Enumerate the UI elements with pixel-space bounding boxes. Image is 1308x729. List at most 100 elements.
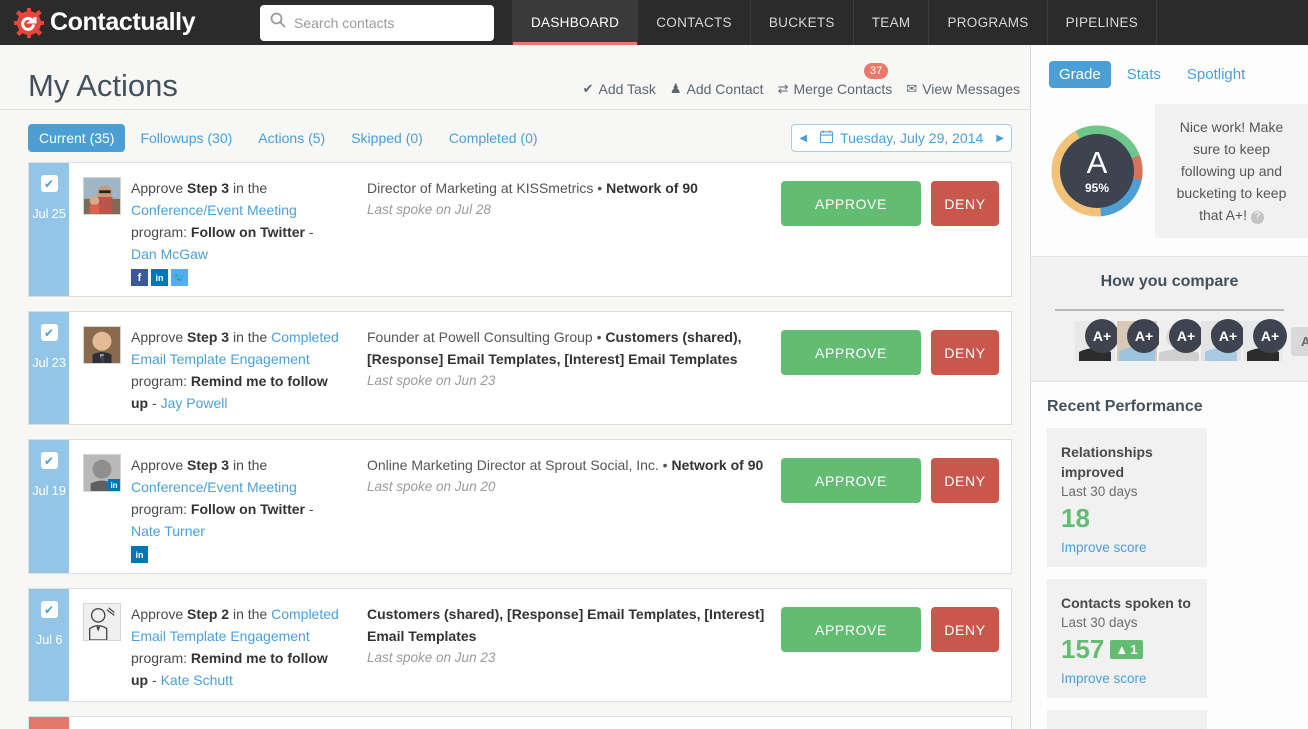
card-checkbox[interactable]: ✔ <box>41 175 58 192</box>
contact-link[interactable]: Kate Schutt <box>161 672 233 688</box>
desc-action-name: Follow on Twitter <box>191 224 305 240</box>
facebook-icon[interactable]: f <box>131 269 148 286</box>
contact-link[interactable]: Dan McGaw <box>131 246 208 262</box>
add-contact-button[interactable]: ♟ Add Contact <box>670 81 764 97</box>
peer-avatar[interactable]: A+ <box>1243 321 1283 361</box>
twitter-icon[interactable]: 🐦 <box>171 269 188 286</box>
card-buttons: APPROVE DENY <box>781 454 999 563</box>
program-link[interactable]: Conference/Event Meeting <box>131 479 297 495</box>
date-prev-button[interactable]: ◀ <box>792 133 814 144</box>
peer-avatar[interactable]: A+ <box>1201 321 1241 361</box>
question-mark-icon[interactable]: ? <box>1251 211 1264 224</box>
deny-button[interactable]: DENY <box>931 181 999 226</box>
card-meta-line: Customers (shared), [Response] Email Tem… <box>367 603 771 647</box>
avatar[interactable] <box>83 177 121 215</box>
grade-panel: A 95% Nice work! Make sure to keep follo… <box>1031 98 1308 256</box>
tab-skipped[interactable]: Skipped (0) <box>340 124 434 152</box>
performance-value-row: 18 <box>1061 503 1193 534</box>
view-messages-button[interactable]: ✉ View Messages <box>906 81 1020 97</box>
merge-contacts-button[interactable]: ⇄ Merge Contacts 37 <box>778 81 893 97</box>
peer-grade-badge: A+ <box>1253 319 1287 353</box>
desc-dash: - <box>305 224 314 240</box>
avatar[interactable] <box>83 326 121 364</box>
nav-item-dashboard[interactable]: DASHBOARD <box>512 0 637 45</box>
approve-button[interactable]: APPROVE <box>781 458 921 503</box>
desc-dash: - <box>148 672 160 688</box>
card-meta-line: Online Marketing Director at Sprout Soci… <box>367 454 771 476</box>
contact-link[interactable]: Nate Turner <box>131 523 205 539</box>
card-date-label: Jul 23 <box>32 355 66 370</box>
card-body: Approve Step 2 in the Completed Email Te… <box>69 589 1011 701</box>
card-date-strip: ✔ Jul 23 <box>29 312 69 424</box>
add-task-button[interactable]: ✔ Add Task <box>583 81 656 97</box>
performance-value: 157 <box>1061 634 1104 665</box>
tab-actions[interactable]: Actions (5) <box>247 124 336 152</box>
search-input[interactable] <box>294 15 484 31</box>
improve-score-link[interactable]: Improve score <box>1061 671 1193 686</box>
card-checkbox[interactable]: ✔ <box>41 601 58 618</box>
approve-button[interactable]: APPROVE <box>781 181 921 226</box>
nav-item-buckets[interactable]: BUCKETS <box>750 0 853 45</box>
action-card[interactable] <box>28 716 1012 729</box>
nav-item-team[interactable]: TEAM <box>853 0 929 45</box>
tab-current[interactable]: Current (35) <box>28 124 125 152</box>
deny-button[interactable]: DENY <box>931 607 999 652</box>
card-body: Approve Step 3 in the Conference/Event M… <box>69 163 1011 296</box>
check-circle-icon: ✔ <box>583 81 594 97</box>
action-card[interactable]: ✔ Jul 19 in Approve Step 3 in the Confer… <box>28 439 1012 574</box>
peer-avatar[interactable]: A+ <box>1159 321 1199 361</box>
date-next-button[interactable]: ▶ <box>989 133 1011 144</box>
card-meta: Founder at Powell Consulting Group • Cus… <box>343 326 781 414</box>
tab-completed[interactable]: Completed (0) <box>438 124 549 152</box>
contact-link[interactable]: Jay Powell <box>161 395 228 411</box>
desc-step: Step 2 <box>187 606 229 622</box>
peer-grade-badge: A+ <box>1169 319 1203 353</box>
brand-logo[interactable]: Contactually <box>0 8 246 38</box>
compare-all-button[interactable]: ALL <box>1291 327 1308 356</box>
card-date-strip: ✔ Jul 6 <box>29 589 69 701</box>
desc-program-word: program: <box>131 373 191 389</box>
desc-mid: in the <box>229 606 271 622</box>
desc-mid: in the <box>229 329 271 345</box>
card-description: Approve Step 3 in the Conference/Event M… <box>131 454 343 563</box>
approve-button[interactable]: APPROVE <box>781 330 921 375</box>
calendar-icon <box>820 130 833 146</box>
deny-button[interactable]: DENY <box>931 458 999 503</box>
date-display[interactable]: Tuesday, July 29, 2014 <box>814 130 989 146</box>
performance-card: Contacts spoken to Last 30 days 157 ▲ 1 … <box>1047 579 1207 698</box>
avatar[interactable] <box>83 603 121 641</box>
card-date-strip: ✔ Jul 25 <box>29 163 69 296</box>
desc-step: Step 3 <box>187 329 229 345</box>
tab-stats[interactable]: Stats <box>1117 61 1171 88</box>
merge-contacts-label: Merge Contacts <box>793 81 892 97</box>
nav-item-programs[interactable]: PROGRAMS <box>928 0 1046 45</box>
nav-item-pipelines[interactable]: PIPELINES <box>1047 0 1157 45</box>
avatar[interactable]: in <box>83 454 121 492</box>
nav-item-contacts[interactable]: CONTACTS <box>637 0 750 45</box>
desc-dash: - <box>148 395 160 411</box>
peer-grade-badge: A+ <box>1085 319 1119 353</box>
approve-button[interactable]: APPROVE <box>781 607 921 652</box>
tab-followups[interactable]: Followups (30) <box>129 124 243 152</box>
search-box[interactable] <box>260 5 494 41</box>
last-spoke-text: Last spoke on Jun 20 <box>367 476 771 498</box>
peer-avatar[interactable]: A+ <box>1117 321 1157 361</box>
card-body: Approve Step 3 in the Completed Email Te… <box>69 312 1011 424</box>
social-links: f in 🐦 <box>131 269 343 286</box>
deny-button[interactable]: DENY <box>931 330 999 375</box>
improve-score-link[interactable]: Improve score <box>1061 540 1193 555</box>
card-checkbox[interactable]: ✔ <box>41 324 58 341</box>
linkedin-icon[interactable]: in <box>151 269 168 286</box>
program-link[interactable]: Conference/Event Meeting <box>131 202 297 218</box>
linkedin-icon[interactable]: in <box>131 546 148 563</box>
page-header: My Actions ✔ Add Task ♟ Add Contact ⇄ Me… <box>0 45 1030 110</box>
person-icon: ♟ <box>670 81 682 97</box>
tab-grade[interactable]: Grade <box>1049 61 1111 88</box>
tab-spotlight[interactable]: Spotlight <box>1177 61 1255 88</box>
meta-bold: Customers (shared), [Response] Email Tem… <box>367 606 764 644</box>
action-card[interactable]: ✔ Jul 25 Approve Step 3 in <box>28 162 1012 297</box>
action-card[interactable]: ✔ Jul 23 Approve Step 3 in <box>28 311 1012 425</box>
card-checkbox[interactable]: ✔ <box>41 452 58 469</box>
action-card[interactable]: ✔ Jul 6 Approve Step 2 in <box>28 588 1012 702</box>
peer-avatar[interactable]: A+ <box>1075 321 1115 361</box>
